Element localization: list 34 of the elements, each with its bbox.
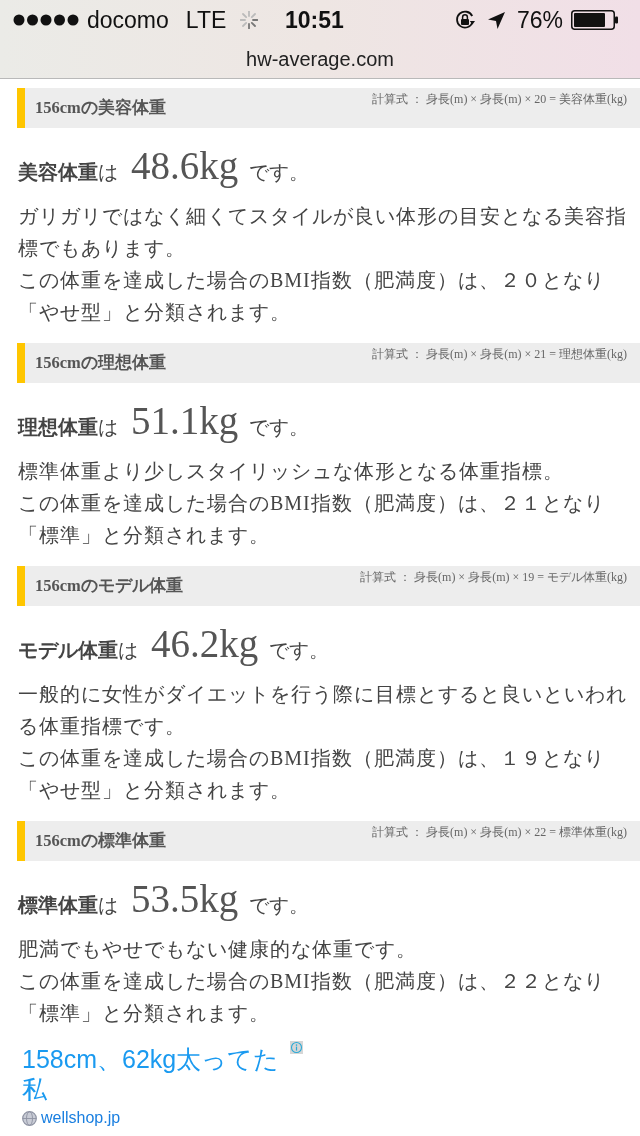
description-text: この体重を達成した場合のBMI指数（肥満度）は、２２となり「標準」と分類されます。 [18,969,606,1026]
description-text: 標準体重より少しスタイリッシュな体形となる体重指標。 [18,459,565,484]
clock-time: 10:51 [285,7,344,33]
section-title: 156cmの理想体重 [35,352,166,374]
signal-dots-icon [13,14,79,26]
ad-domain-link[interactable]: wellshop.jp [41,1108,121,1128]
description-text: 肥満でもやせでもない健康的な体重です。 [18,937,418,962]
network-type: LTE [185,5,227,35]
rotation-lock-icon [453,9,476,31]
page-url[interactable]: hw-average.com [246,48,394,70]
description-text: この体重を達成した場合のBMI指数（肥満度）は、２１となり「標準」と分類されます。 [18,491,606,548]
globe-icon [22,1110,37,1126]
formula-text: 計算式 ： 身長(m) × 身長(m) × 20 = 美容体重(kg) [372,92,627,107]
description-text: この体重を達成した場合のBMI指数（肥満度）は、２０となり「やせ型」と分類されます。 [18,268,606,325]
location-arrow-icon [487,11,505,29]
formula-text: 計算式 ： 身長(m) × 身長(m) × 21 = 理想体重(kg) [372,347,627,362]
ad-title-link[interactable]: 158cm、62kg太ってた私 [22,1044,288,1104]
section-title: 156cmのモデル体重 [35,575,183,597]
description-text: この体重を達成した場合のBMI指数（肥満度）は、１９となり「やせ型」と分類されます。 [18,746,606,803]
section-title: 156cmの美容体重 [35,97,166,119]
result-text: 理想体重は 51.1kg です。 [18,401,311,441]
loading-spinner-icon [240,11,259,29]
result-text: 美容体重は 48.6kg です。 [18,146,311,186]
formula-text: 計算式 ： 身長(m) × 身長(m) × 19 = モデル体重(kg) [360,570,627,585]
battery-percent: 76% [516,5,563,35]
section-title: 156cmの標準体重 [35,830,166,852]
description-text: ガリガリではなく細くてスタイルが良い体形の目安となる美容指標でもあります。 [18,204,628,261]
carrier-name: docomo [87,5,169,35]
result-text: 標準体重は 53.5kg です。 [18,879,311,919]
battery-icon [571,10,618,30]
ad-info-icon[interactable] [290,1041,303,1054]
description-text: 一般的に女性がダイエットを行う際に目標とすると良いといわれる体重指標です。 [18,682,628,739]
result-text: モデル体重は 46.2kg です。 [18,624,331,664]
formula-text: 計算式 ： 身長(m) × 身長(m) × 22 = 標準体重(kg) [372,825,627,840]
